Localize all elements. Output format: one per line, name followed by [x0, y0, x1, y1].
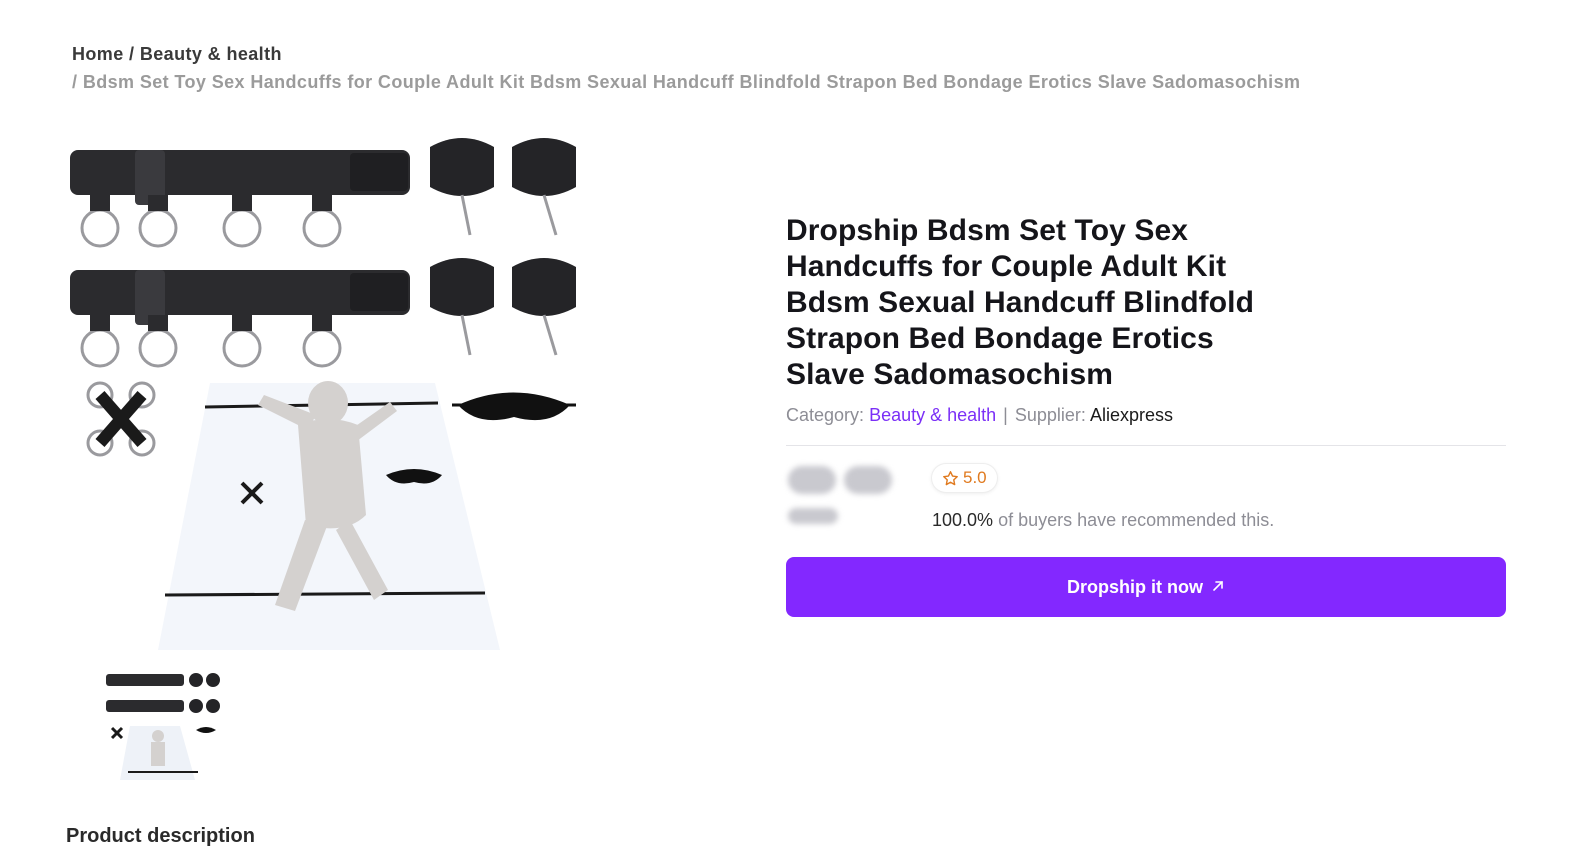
- product-page: Home / Beauty & health / Bdsm Set Toy Se…: [0, 0, 1575, 868]
- recommend-text: 100.0% of buyers have recommended this.: [932, 510, 1274, 531]
- strap-row: [70, 138, 576, 248]
- stats-row: 5.0 100.0% of buyers have recommended th…: [786, 462, 1506, 552]
- category-link[interactable]: Beauty & health: [869, 405, 996, 425]
- breadcrumb: Home / Beauty & health / Bdsm Set Toy Se…: [72, 40, 1492, 96]
- breadcrumb-current-label: Bdsm Set Toy Sex Handcuffs for Couple Ad…: [82, 72, 1301, 92]
- product-meta: Category: Beauty & health | Supplier: Al…: [786, 403, 1506, 427]
- category-label: Category:: [786, 405, 865, 425]
- recommend-label: of buyers have recommended this.: [998, 510, 1275, 530]
- supplier-name: Aliexpress: [1089, 405, 1173, 425]
- product-thumbnail[interactable]: [100, 668, 225, 786]
- rating-badge: 5.0: [932, 464, 997, 492]
- rating-value: 5.0: [963, 468, 987, 487]
- arrow-up-right-icon: [1211, 577, 1225, 598]
- breadcrumb-separator: /: [129, 44, 135, 64]
- product-main-image[interactable]: [60, 125, 590, 650]
- blurred-label: [788, 508, 838, 524]
- divider-line: [786, 445, 1506, 446]
- blurred-avatar: [788, 466, 836, 494]
- supplier-label: Supplier:: [1014, 405, 1086, 425]
- recommend-percent: 100.0%: [932, 510, 994, 530]
- product-title: Dropship Bdsm Set Toy Sex Handcuffs for …: [786, 214, 1255, 391]
- star-outline-icon: [942, 470, 959, 487]
- cross-connector: [86, 381, 156, 457]
- dropship-button-label: Dropship it now: [1067, 576, 1203, 597]
- breadcrumb-current: / Bdsm Set Toy Sex Handcuffs for Couple …: [72, 68, 1492, 96]
- meta-divider: |: [1003, 405, 1008, 425]
- dropship-button[interactable]: Dropship it now: [786, 557, 1506, 617]
- product-image-illustration: [68, 138, 578, 650]
- product-info: Dropship Bdsm Set Toy Sex Handcuffs for …: [786, 213, 1506, 552]
- breadcrumb-separator: /: [72, 72, 78, 92]
- product-description-heading: Product description: [66, 825, 255, 847]
- thumbnail-illustration: [106, 673, 220, 780]
- breadcrumb-category-link[interactable]: Beauty & health: [140, 44, 282, 64]
- breadcrumb-home-link[interactable]: Home: [72, 44, 124, 64]
- blurred-avatar: [844, 466, 892, 494]
